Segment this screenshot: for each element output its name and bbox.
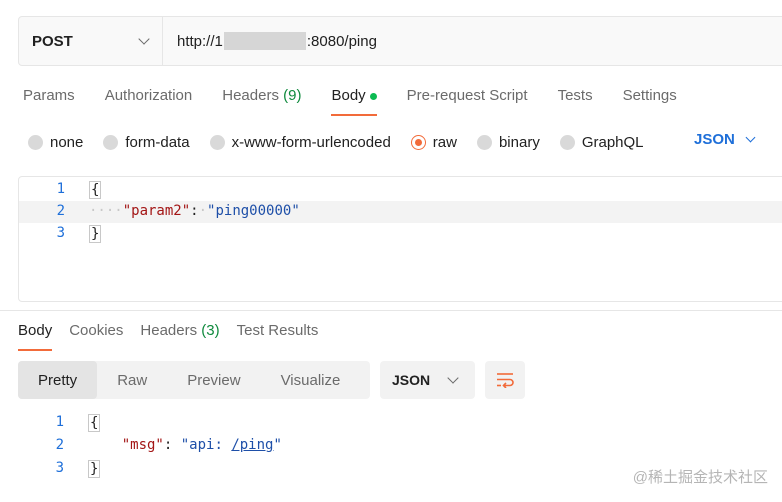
- json-key: "param2": [122, 203, 191, 219]
- json-value-suffix: ": [273, 437, 282, 453]
- tab-body[interactable]: Body: [331, 84, 377, 118]
- code-line: 2 ····"param2":·"ping00000": [19, 201, 782, 223]
- code-line: 1 {: [18, 412, 778, 434]
- body-language-select[interactable]: JSON: [694, 131, 756, 148]
- section-divider: [0, 310, 782, 311]
- code-line: 2 "msg": "api: /ping": [18, 435, 778, 457]
- radio-binary[interactable]: binary: [476, 134, 540, 151]
- tab-cookies[interactable]: Cookies: [69, 321, 123, 351]
- open-brace: {: [89, 181, 102, 199]
- radio-x-www-form-urlencoded[interactable]: x-www-form-urlencoded: [209, 134, 391, 151]
- json-colon: :: [163, 437, 173, 453]
- chevron-down-icon: [138, 33, 150, 45]
- wrap-lines-icon: [497, 373, 514, 388]
- tab-authorization[interactable]: Authorization: [105, 84, 193, 118]
- line-number: 3: [55, 460, 64, 476]
- radio-icon: [28, 134, 43, 150]
- headers-count: (9): [283, 87, 302, 104]
- radio-graphql[interactable]: GraphQL: [559, 134, 644, 151]
- tab-pre-request-script[interactable]: Pre-request Script: [407, 84, 528, 118]
- line-number: 1: [55, 414, 64, 430]
- json-value: "ping00000": [207, 203, 300, 219]
- body-indicator-dot-icon: [369, 92, 377, 100]
- tab-response-headers[interactable]: Headers (3): [140, 321, 219, 351]
- request-tabs: Params Authorization Headers (9) Body Pr…: [23, 84, 707, 118]
- code-line: 3 }: [19, 223, 782, 245]
- wrap-lines-button[interactable]: [485, 361, 525, 399]
- view-preview-button[interactable]: Preview: [167, 361, 260, 399]
- method-select[interactable]: POST: [19, 17, 163, 65]
- radio-icon: [559, 134, 575, 150]
- response-format-select[interactable]: JSON: [380, 361, 475, 399]
- tab-headers[interactable]: Headers (9): [222, 84, 301, 118]
- url-suffix: :8080/ping: [306, 32, 377, 50]
- request-bar: POST http://1 :8080/ping: [18, 16, 782, 66]
- radio-raw[interactable]: raw: [410, 134, 457, 151]
- radio-form-data[interactable]: form-data: [103, 134, 190, 151]
- json-value-link[interactable]: /ping: [231, 437, 273, 453]
- radio-checked-icon: [410, 134, 426, 150]
- response-view-toggle: Pretty Raw Preview Visualize: [18, 361, 370, 399]
- open-brace: {: [88, 414, 101, 432]
- json-value-prefix: "api:: [180, 437, 232, 453]
- close-brace: }: [88, 460, 101, 478]
- tab-params[interactable]: Params: [23, 84, 75, 118]
- json-key: "msg": [121, 437, 164, 453]
- view-pretty-button[interactable]: Pretty: [18, 361, 98, 399]
- method-label: POST: [32, 32, 73, 50]
- tab-settings[interactable]: Settings: [623, 84, 677, 118]
- response-headers-count: (3): [201, 322, 220, 339]
- watermark: @稀土掘金技术社区: [632, 469, 768, 486]
- json-colon: :: [190, 203, 199, 219]
- line-number: 2: [56, 203, 65, 219]
- code-line: 1 {: [19, 179, 782, 201]
- radio-icon: [209, 134, 225, 150]
- radio-none[interactable]: none: [28, 134, 83, 151]
- body-language-label: JSON: [694, 131, 735, 148]
- request-body-editor[interactable]: 1 { 2 ····"param2":·"ping00000" 3 }: [18, 176, 782, 302]
- radio-icon: [103, 134, 119, 150]
- tab-tests[interactable]: Tests: [558, 84, 593, 118]
- view-raw-button[interactable]: Raw: [97, 361, 167, 399]
- view-visualize-button[interactable]: Visualize: [261, 361, 361, 399]
- line-number: 3: [56, 225, 65, 241]
- body-type-radio-group: none form-data x-www-form-urlencoded raw…: [28, 131, 664, 153]
- tab-test-results[interactable]: Test Results: [237, 321, 319, 351]
- url-redaction-mask: [223, 32, 306, 50]
- url-prefix: http://1: [177, 32, 223, 50]
- chevron-down-icon: [447, 372, 459, 384]
- line-number: 1: [56, 181, 65, 197]
- close-brace: }: [89, 225, 102, 243]
- response-format-label: JSON: [392, 372, 431, 388]
- line-number: 2: [55, 437, 64, 453]
- radio-icon: [476, 134, 492, 150]
- response-tabs: Body Cookies Headers (3) Test Results: [18, 321, 335, 353]
- chevron-down-icon: [745, 132, 756, 143]
- url-input[interactable]: http://1 :8080/ping: [163, 17, 782, 65]
- tab-response-body[interactable]: Body: [18, 321, 53, 351]
